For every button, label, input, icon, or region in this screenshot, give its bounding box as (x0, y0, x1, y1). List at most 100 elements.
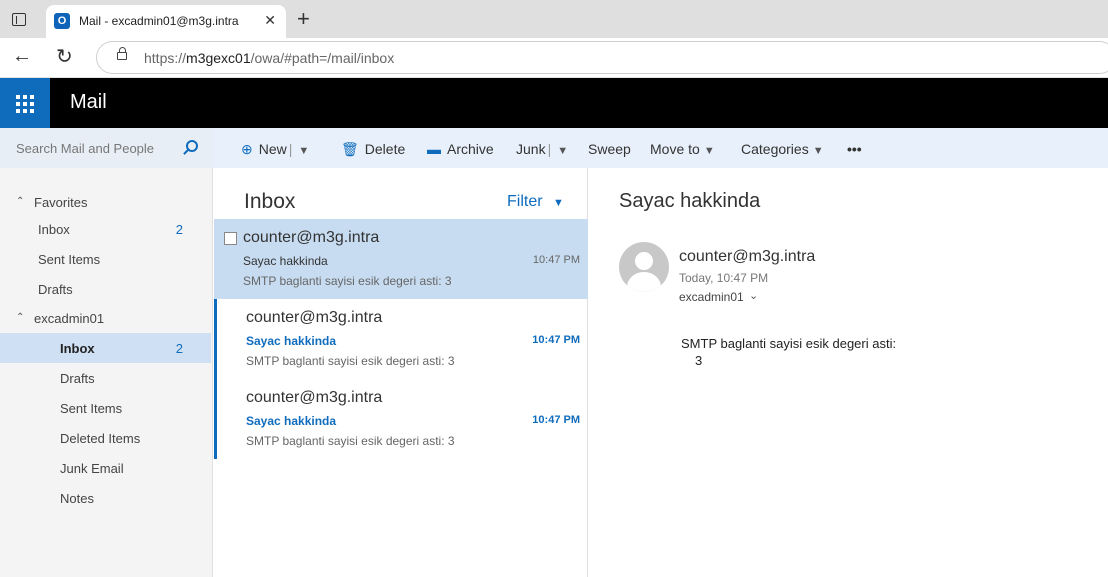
trash-icon: 🗑 (341, 141, 359, 157)
new-tab-button[interactable]: + (297, 6, 310, 32)
chevron-down-icon: ▼ (703, 145, 715, 157)
select-checkbox[interactable] (224, 232, 237, 245)
chevron-down-icon[interactable]: ▼ (557, 145, 568, 157)
archive-button[interactable]: ▬ Archive (427, 141, 494, 157)
folder-item-drafts[interactable]: Drafts (0, 363, 211, 393)
plus-circle-icon: ⊕ (241, 141, 253, 157)
unread-count: 2 (175, 222, 183, 237)
url-field[interactable]: https://m3gexc01/owa/#path=/mail/inbox (96, 41, 1108, 74)
tab-title: Mail - excadmin01@m3g.intra (79, 14, 239, 28)
folder-label: Drafts (38, 282, 73, 297)
address-bar: ← ↻ https://m3gexc01/owa/#path=/mail/inb… (0, 38, 1108, 78)
account-label: excadmin01 (34, 311, 105, 326)
folder-label: Sent Items (60, 401, 123, 416)
list-item[interactable]: counter@m3g.intra Sayac hakkinda 10:47 P… (214, 299, 588, 379)
sweep-button[interactable]: Sweep (588, 141, 631, 157)
message-sender: counter@m3g.intra (246, 389, 383, 406)
folder-label: Inbox (60, 341, 95, 356)
lock-icon[interactable] (117, 47, 127, 60)
url-host: m3gexc01 (186, 50, 251, 66)
folder-item-notes[interactable]: Notes (0, 483, 211, 513)
list-item[interactable]: counter@m3g.intra Sayac hakkinda 10:47 P… (214, 219, 588, 299)
move-to-label: Move to (650, 141, 700, 157)
reading-subject: Sayac hakkinda (619, 190, 761, 212)
waffle-icon (16, 95, 34, 113)
folder-item-deleted-items[interactable]: Deleted Items (0, 423, 211, 453)
command-bar: ⊕ New | ▼ 🗑 Delete ▬ Archive Junk | ▼ Sweep Mov… (213, 128, 1108, 168)
chevron-down-icon[interactable]: ⌄ (749, 289, 758, 302)
separator: | (547, 141, 552, 157)
delete-label: Delete (364, 141, 406, 157)
chevron-down-icon: ▼ (812, 145, 824, 157)
junk-button[interactable]: Junk | ▼ (516, 141, 568, 157)
reading-recipient[interactable]: excadmin01 (679, 290, 744, 304)
folder-item-sent-items[interactable]: Sent Items (0, 393, 211, 423)
unread-count: 2 (175, 341, 183, 356)
favorites-label: Favorites (34, 195, 88, 210)
outlook-icon: O (54, 13, 70, 29)
message-sender: counter@m3g.intra (243, 229, 380, 246)
url-path: /owa/#path=/mail/inbox (250, 50, 395, 66)
junk-label: Junk (516, 141, 546, 157)
favorite-item-drafts[interactable]: Drafts (0, 274, 211, 304)
folder-label: Deleted Items (60, 431, 141, 446)
tab-actions-icon[interactable] (12, 13, 26, 26)
filter-label: Filter (507, 193, 543, 210)
categories-label: Categories (741, 141, 809, 157)
account-header[interactable]: ⌃ excadmin01 (0, 303, 211, 333)
message-sender: counter@m3g.intra (246, 309, 383, 326)
folder-label: Notes (60, 491, 94, 506)
message-subject: Sayac hakkinda (246, 414, 337, 428)
message-preview: SMTP baglanti sayisi esik degeri asti: 3 (246, 354, 455, 368)
search-placeholder: Search Mail and People (16, 141, 155, 156)
chevron-down-icon[interactable]: ▼ (298, 145, 309, 157)
archive-icon: ▬ (427, 141, 441, 157)
folder-item-junk-email[interactable]: Junk Email (0, 453, 211, 483)
folder-pane: ⌃ Favorites Inbox 2 Sent Items Drafts ⌃ … (0, 168, 213, 577)
delete-button[interactable]: 🗑 Delete (341, 141, 405, 158)
folder-label: Drafts (60, 371, 95, 386)
folder-label: Junk Email (60, 461, 124, 476)
more-options-icon[interactable]: ••• (847, 141, 862, 157)
folder-item-inbox[interactable]: Inbox 2 (0, 333, 211, 363)
message-subject: Sayac hakkinda (246, 334, 337, 348)
chevron-up-icon: ⌃ (16, 196, 25, 207)
new-button[interactable]: ⊕ New | ▼ (241, 141, 309, 158)
separator: | (288, 141, 293, 157)
archive-label: Archive (447, 141, 494, 157)
reload-icon[interactable]: ↻ (56, 44, 73, 69)
list-item[interactable]: counter@m3g.intra Sayac hakkinda 10:47 P… (214, 379, 588, 459)
categories-button[interactable]: Categories ▼ (741, 141, 824, 157)
message-time: 10:47 PM (532, 414, 580, 426)
app-header: Mail (0, 78, 1108, 128)
app-launcher-button[interactable] (0, 78, 50, 128)
sweep-label: Sweep (588, 141, 631, 157)
browser-tab[interactable]: O Mail - excadmin01@m3g.intra ✕ (46, 5, 286, 38)
filter-button[interactable]: Filter ▼ (507, 193, 564, 211)
favorite-item-inbox[interactable]: Inbox 2 (0, 214, 211, 244)
folder-label: Inbox (38, 222, 70, 237)
message-body-line: SMTP baglanti sayisi esik degeri asti: (681, 336, 897, 351)
back-arrow-icon[interactable]: ← (12, 45, 32, 68)
reading-date: Today, 10:47 PM (679, 271, 769, 285)
message-time: 10:47 PM (532, 334, 580, 346)
move-to-button[interactable]: Move to ▼ (650, 141, 715, 157)
reading-pane: Sayac hakkinda counter@m3g.intra Today, … (589, 168, 1108, 577)
chevron-up-icon: ⌃ (16, 312, 25, 323)
search-input[interactable]: Search Mail and People (0, 128, 213, 168)
favorite-item-sent-items[interactable]: Sent Items (0, 244, 211, 274)
close-icon[interactable]: ✕ (264, 12, 276, 29)
app-title: Mail (70, 91, 107, 113)
url-text: https://m3gexc01/owa/#path=/mail/inbox (144, 50, 394, 66)
favorites-header[interactable]: ⌃ Favorites (0, 187, 211, 217)
message-preview: SMTP baglanti sayisi esik degeri asti: 3 (243, 274, 452, 288)
message-preview: SMTP baglanti sayisi esik degeri asti: 3 (246, 434, 455, 448)
reading-sender[interactable]: counter@m3g.intra (679, 248, 815, 266)
folder-label: Sent Items (38, 252, 101, 267)
search-icon[interactable] (186, 140, 198, 152)
url-prefix: https:// (144, 50, 187, 66)
message-subject: Sayac hakkinda (243, 254, 328, 268)
avatar[interactable] (619, 242, 669, 292)
new-label: New (258, 141, 287, 157)
message-body-value: 3 (695, 353, 703, 368)
